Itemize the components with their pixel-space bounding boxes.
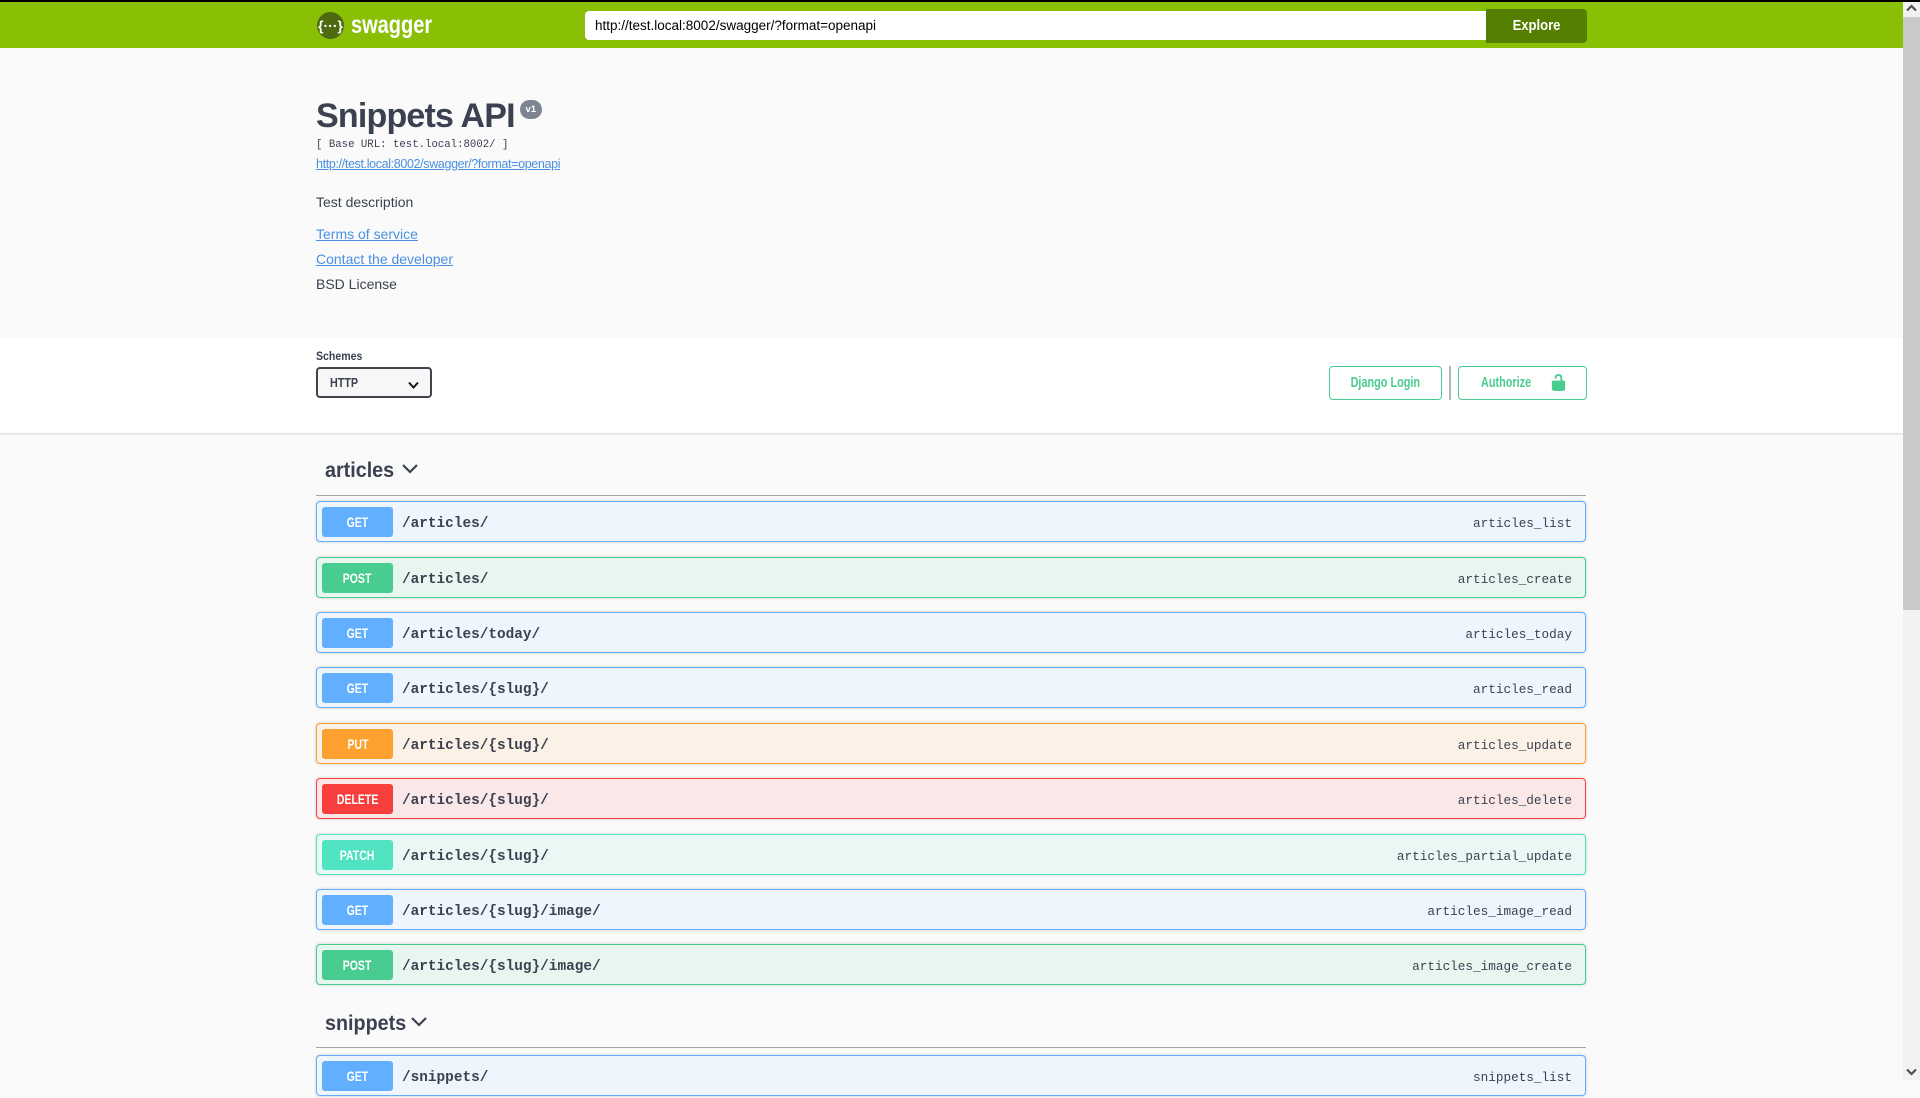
svg-text:{···}: {···} bbox=[318, 18, 343, 34]
